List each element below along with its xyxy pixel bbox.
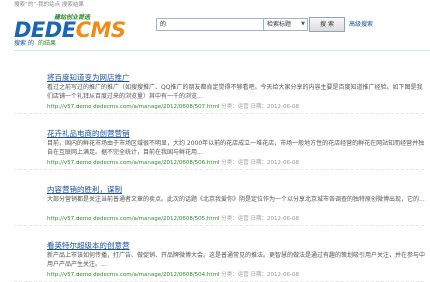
search-scope-value: 检索标题 xyxy=(267,21,292,28)
result-category: 分类：运营 xyxy=(221,216,249,222)
result-item: 花卉礼品电商的创营营销 目前，国内的鲜花市场由于市场区域很不明显，大约 2000… xyxy=(14,114,424,170)
result-list: 将百度知道变为网店推广 看过之前写过的推广的推广（如搜搜推广、QQ推广的朋友都肯… xyxy=(14,58,425,282)
result-date: 日期：2012-06-08 xyxy=(250,160,299,166)
result-url[interactable]: http://v57.demo.dedecms.com/a/manage/201… xyxy=(47,216,219,222)
summary-suffix: 的结果 xyxy=(37,40,56,47)
result-url[interactable]: http://v57.demo.dedecms.com/a/manage/201… xyxy=(47,272,219,278)
result-date: 日期：2012-06-08 xyxy=(250,272,299,278)
result-date: 日期：2012-06-08 xyxy=(250,104,299,110)
result-category: 分类：运营 xyxy=(221,160,249,166)
search-summary-bar: 搜索 的的结果 xyxy=(14,38,430,51)
result-meta: http://v57.demo.dedecms.com/a/manage/201… xyxy=(47,158,299,166)
summary-prefix: 搜索 xyxy=(14,40,27,47)
result-title-link[interactable]: 看英特尔超级本的创意营 xyxy=(47,240,130,251)
result-meta: http://v57.demo.dedecms.com/a/manage/201… xyxy=(47,270,299,278)
result-item: 内容营销的胜利，谋制 大部分营销都是关注当前普通者文章的卖点。此次的话题《北京我… xyxy=(14,170,425,226)
summary-keyword: 的 xyxy=(27,40,34,47)
result-url[interactable]: http://v57.demo.dedecms.com/a/manage/201… xyxy=(47,104,219,110)
result-title-link[interactable]: 花卉礼品电商的创营营销 xyxy=(47,128,130,139)
result-title-link[interactable]: 将百度知道变为网店推广 xyxy=(47,72,130,83)
result-date: 日期：2012-06-08 xyxy=(250,216,299,222)
result-url[interactable]: http://v57.demo.dedecms.com/a/manage/201… xyxy=(47,160,219,166)
result-meta: http://v57.demo.dedecms.com/a/manage/201… xyxy=(47,214,299,222)
result-category: 分类：运营 xyxy=(221,272,249,278)
result-item: 看英特尔超级本的创意营 新产品上市该如何传播，打广告、做促销、开品牌微博大会。这… xyxy=(14,226,425,282)
chevron-down-icon: ▼ xyxy=(301,21,305,27)
result-description: 看过之前写过的推广的推广（如搜搜推广、QQ推广的朋友都肯定觉得不够看吧。今天给大… xyxy=(47,84,423,100)
result-item: 将百度知道变为网店推广 看过之前写过的推广的推广（如搜搜推广、QQ推广的朋友都肯… xyxy=(14,58,424,114)
search-scope-select[interactable]: 检索标题 ▼ xyxy=(263,18,308,31)
result-title-link[interactable]: 内容营销的胜利，谋制 xyxy=(47,184,122,195)
breadcrumb: 搜索“的”-我的站点 搜索结果 xyxy=(14,2,84,8)
result-category: 分类：运营 xyxy=(221,104,249,110)
result-description: 目前，国内的鲜花市场由于市场区域很不明显，大约 2000年以前的花店成立一堆花店… xyxy=(47,140,425,156)
advanced-search-link[interactable]: 高级搜索 xyxy=(349,19,373,28)
result-description: 新产品上市该如何传播，打广告、做促销、开品牌微博大会。这是普通常见的推法。更智慧… xyxy=(47,252,425,268)
result-description: 大部分营销都是关注当前普通者文章的卖点。此次的话题《北京我爱你》阴是定位作为一个… xyxy=(47,196,425,203)
search-input[interactable]: 的 xyxy=(156,18,266,31)
search-button[interactable]: 搜 索 xyxy=(309,17,345,32)
result-meta: http://v57.demo.dedecms.com/a/manage/201… xyxy=(47,102,299,110)
